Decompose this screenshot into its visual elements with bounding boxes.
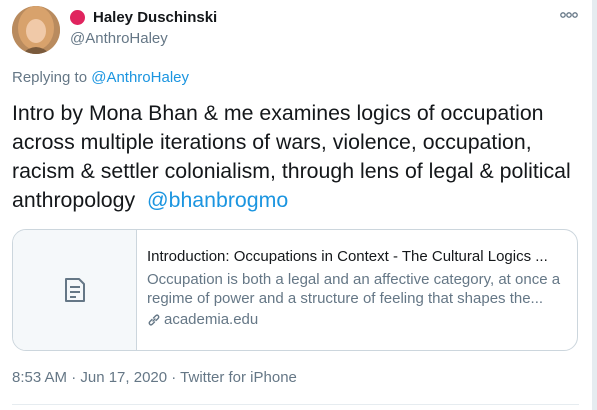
author-display-name[interactable]: Haley Duschinski <box>93 9 217 26</box>
avatar[interactable] <box>12 6 60 54</box>
card-domain: academia.edu <box>164 311 259 328</box>
replying-prefix: Replying to <box>12 69 88 86</box>
card-domain-row: academia.edu <box>147 311 565 328</box>
card-body: Introduction: Occupations in Context - T… <box>137 230 577 350</box>
avatar-image <box>12 6 60 54</box>
card-description: Occupation is both a legal and an affect… <box>147 271 561 307</box>
tweet-timestamp[interactable]: 8:53 AM · Jun 17, 2020 · Twitter for iPh… <box>12 369 297 386</box>
tweet-text: Intro by Mona Bhan & me examines logics … <box>12 99 582 215</box>
link-icon <box>148 313 160 326</box>
author-handle[interactable]: @AnthroHaley <box>70 30 168 47</box>
link-card[interactable]: Introduction: Occupations in Context - T… <box>12 229 578 351</box>
divider <box>12 404 579 405</box>
scrollbar-track <box>592 0 597 410</box>
replying-to-link[interactable]: @AnthroHaley <box>91 69 189 86</box>
author-row: Haley Duschinski <box>70 9 217 26</box>
tweet-body: Intro by Mona Bhan & me examines logics … <box>12 101 571 212</box>
status-dot-icon <box>70 10 85 25</box>
document-icon <box>64 278 85 302</box>
card-title: Introduction: Occupations in Context - T… <box>147 248 548 265</box>
mention-link[interactable]: @bhanbrogmo <box>147 188 288 212</box>
card-thumbnail <box>13 230 137 350</box>
replying-to-line: Replying to @AnthroHaley <box>12 69 189 86</box>
more-dots-icon[interactable] <box>559 8 579 22</box>
